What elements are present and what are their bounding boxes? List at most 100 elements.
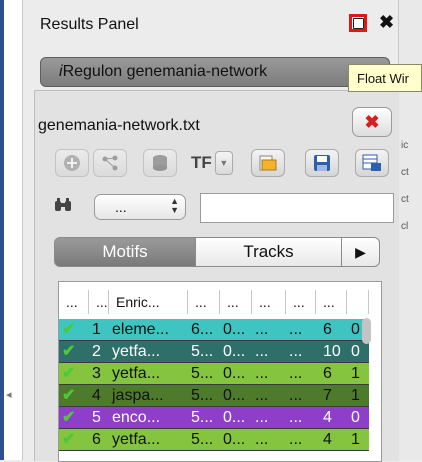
check-icon: ✔ bbox=[62, 431, 76, 448]
table-cell: ... bbox=[255, 387, 269, 404]
table-cell: 4 bbox=[323, 409, 332, 426]
tf-dropdown[interactable]: TF ▼ bbox=[191, 149, 245, 177]
remove-red-x-icon: ✖ bbox=[364, 111, 380, 132]
float-window-icon bbox=[352, 17, 364, 29]
table-cell: ... bbox=[289, 387, 303, 404]
table-cell: 5... bbox=[191, 409, 214, 426]
save-floppy-icon bbox=[314, 155, 330, 171]
table-cell: 0... bbox=[223, 321, 246, 338]
table-cell: 6 bbox=[323, 321, 332, 338]
row-number: 4 bbox=[92, 387, 101, 404]
column-header[interactable]: ... bbox=[252, 290, 286, 314]
table-cell: ... bbox=[255, 409, 269, 426]
table-cell: 5... bbox=[191, 431, 214, 448]
table-cell: 1 bbox=[351, 387, 360, 404]
network-tab[interactable]: iRegulon genemania-network bbox=[40, 57, 390, 87]
row-number: 3 bbox=[92, 365, 101, 382]
network-nodes-icon bbox=[102, 155, 118, 171]
table-row[interactable]: ✔ 4 jaspa... 5... 0......... 7 1 bbox=[59, 385, 369, 407]
export-button[interactable] bbox=[355, 149, 389, 177]
column-header[interactable]: ... bbox=[59, 290, 89, 314]
column-header[interactable]: ... bbox=[286, 290, 316, 314]
motif-name: yetfa... bbox=[112, 343, 161, 360]
window-edge bbox=[0, 0, 4, 460]
table-cell: 0... bbox=[223, 431, 246, 448]
column-header[interactable]: ... bbox=[188, 290, 220, 314]
close-icon[interactable]: ✖ bbox=[379, 13, 394, 31]
table-cell: ... bbox=[255, 321, 269, 338]
column-header[interactable] bbox=[347, 290, 369, 314]
check-icon: ✔ bbox=[62, 365, 76, 382]
table-row[interactable]: ✔ 5 enco... 5... 0......... 4 0 bbox=[59, 407, 369, 429]
binoculars-icon bbox=[55, 198, 71, 211]
filter-select[interactable]: ... ▲ ▼ bbox=[94, 194, 186, 220]
background-window-strip: ◂ bbox=[0, 0, 23, 460]
column-header[interactable]: ... bbox=[316, 290, 347, 314]
table-cell: 1 bbox=[351, 431, 360, 448]
motif-name: eleme... bbox=[112, 321, 169, 338]
table-cell: 5... bbox=[191, 365, 214, 382]
table-cell: 5... bbox=[191, 343, 214, 360]
select-arrows-icon: ▲ ▼ bbox=[170, 196, 179, 215]
row-number: 1 bbox=[92, 321, 101, 338]
table-cell: 1 bbox=[351, 365, 360, 382]
open-folder-icon bbox=[259, 155, 277, 171]
open-button[interactable] bbox=[251, 149, 285, 177]
check-icon: ✔ bbox=[62, 343, 76, 360]
database-button[interactable] bbox=[143, 149, 177, 177]
search-input[interactable] bbox=[200, 193, 394, 223]
remove-button[interactable]: ✖ bbox=[352, 107, 392, 137]
export-table-icon bbox=[362, 154, 381, 171]
tf-label: TF bbox=[191, 153, 212, 172]
database-icon bbox=[153, 155, 167, 171]
table-cell: 6... bbox=[191, 321, 214, 338]
table-row[interactable]: ✔ 2 yetfa... 5... 0......... 10 0 bbox=[59, 341, 369, 363]
table-cell: 0 bbox=[351, 343, 360, 360]
panel-title: Results Panel bbox=[40, 16, 139, 33]
column-header[interactable]: Enric... bbox=[109, 290, 188, 314]
table-cell: 5... bbox=[191, 387, 214, 404]
table-row[interactable]: ✔ 1 eleme... 6... 0......... 6 0 bbox=[59, 319, 369, 341]
table-cell: ... bbox=[289, 343, 303, 360]
row-number: 2 bbox=[92, 343, 101, 360]
network-tab-label: Regulon genemania-network bbox=[62, 63, 268, 80]
column-header[interactable]: ... bbox=[89, 290, 109, 314]
table-cell: 0... bbox=[223, 343, 246, 360]
table-cell: 6 bbox=[323, 365, 332, 382]
table-cell: ... bbox=[255, 431, 269, 448]
table-cell: ... bbox=[289, 365, 303, 382]
table-cell: ... bbox=[255, 365, 269, 382]
file-name: genemania-network.txt bbox=[38, 117, 200, 134]
check-icon: ✔ bbox=[62, 321, 76, 338]
table-cell: 4 bbox=[323, 431, 332, 448]
table-cell: ... bbox=[289, 431, 303, 448]
table-cell: 7 bbox=[323, 387, 332, 404]
check-icon: ✔ bbox=[62, 409, 76, 426]
motif-name: jaspa... bbox=[112, 387, 164, 404]
check-icon: ✔ bbox=[62, 387, 76, 404]
row-number: 5 bbox=[92, 409, 101, 426]
table-cell: ... bbox=[255, 343, 269, 360]
motif-table: ... ... Enric... ... ... ... ... ... ✔ 1 e… bbox=[58, 281, 382, 462]
chevron-down-icon[interactable]: ▼ bbox=[214, 151, 233, 175]
table-header: ... ... Enric... ... ... ... ... ... bbox=[59, 290, 369, 314]
motif-name: yetfa... bbox=[112, 365, 161, 382]
scroll-arrow-icon: ◂ bbox=[6, 389, 12, 401]
table-cell: 0... bbox=[223, 409, 246, 426]
table-cell: 0... bbox=[223, 387, 246, 404]
network-button[interactable] bbox=[93, 149, 127, 177]
column-header[interactable]: ... bbox=[220, 290, 252, 314]
table-row[interactable]: ✔ 3 yetfa... 5... 0......... 6 1 bbox=[59, 363, 369, 385]
add-circle-icon bbox=[64, 155, 80, 171]
table-scrollbar[interactable] bbox=[362, 318, 371, 344]
tabs-more-button[interactable]: ▶ bbox=[342, 237, 380, 267]
background-text-fragment: ic ct ct cl bbox=[401, 140, 409, 232]
tab-motifs[interactable]: Motifs bbox=[54, 237, 196, 267]
float-window-button[interactable] bbox=[349, 14, 367, 32]
table-cell: 10 bbox=[323, 343, 341, 360]
tab-tracks[interactable]: Tracks bbox=[196, 237, 342, 267]
row-number: 6 bbox=[92, 431, 101, 448]
table-row[interactable]: ✔ 6 yetfa... 5... 0......... 4 1 bbox=[59, 429, 369, 451]
save-button[interactable] bbox=[305, 149, 339, 177]
add-button[interactable] bbox=[55, 149, 89, 177]
